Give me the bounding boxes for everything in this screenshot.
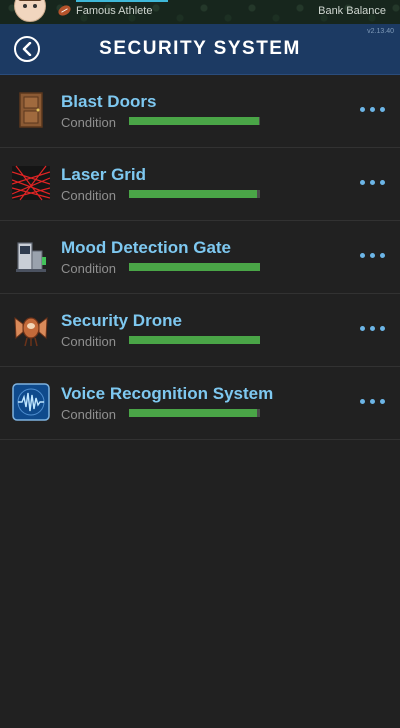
level-progress-bar [76, 0, 168, 2]
list-item[interactable]: Mood Detection Gate Condition [0, 221, 400, 294]
voice-wave-icon [12, 383, 50, 421]
item-name: Laser Grid [61, 165, 147, 184]
condition-bar [129, 409, 260, 417]
condition-label: Condition [61, 261, 116, 276]
profession-label: Famous Athlete [76, 5, 153, 17]
condition-bar [129, 336, 260, 344]
status-bar: Famous Athlete Bank Balance [0, 0, 400, 24]
drone-icon [12, 310, 50, 348]
page-header: SECURITY SYSTEM v2.13.40 [0, 24, 400, 75]
item-name: Security Drone [61, 311, 182, 330]
door-icon [12, 91, 50, 129]
version-label: v2.13.40 [367, 28, 394, 35]
security-item-list: Blast Doors Condition Laser Grid Conditi… [0, 75, 400, 440]
football-icon [56, 3, 73, 18]
condition-label: Condition [61, 334, 116, 349]
more-options-button[interactable] [360, 320, 388, 336]
bank-balance-label[interactable]: Bank Balance [318, 5, 386, 17]
gate-scanner-icon [12, 237, 50, 275]
more-options-button[interactable] [360, 393, 388, 409]
item-name: Mood Detection Gate [61, 238, 232, 257]
condition-bar [129, 190, 260, 198]
avatar[interactable] [14, 0, 46, 22]
list-item[interactable]: Laser Grid Condition [0, 148, 400, 221]
list-item[interactable]: Security Drone Condition [0, 294, 400, 367]
condition-label: Condition [61, 407, 116, 422]
condition-bar [129, 263, 260, 271]
condition-label: Condition [61, 188, 116, 203]
item-name: Blast Doors [61, 92, 157, 111]
item-name: Voice Recognition System [61, 384, 274, 403]
condition-label: Condition [61, 115, 116, 130]
page-title: SECURITY SYSTEM [99, 38, 301, 59]
more-options-button[interactable] [360, 174, 388, 190]
more-options-button[interactable] [360, 101, 388, 117]
list-item[interactable]: Blast Doors Condition [0, 75, 400, 148]
list-item[interactable]: Voice Recognition System Condition [0, 367, 400, 440]
condition-bar [129, 117, 260, 125]
more-options-button[interactable] [360, 247, 388, 263]
laser-grid-icon [11, 164, 51, 202]
